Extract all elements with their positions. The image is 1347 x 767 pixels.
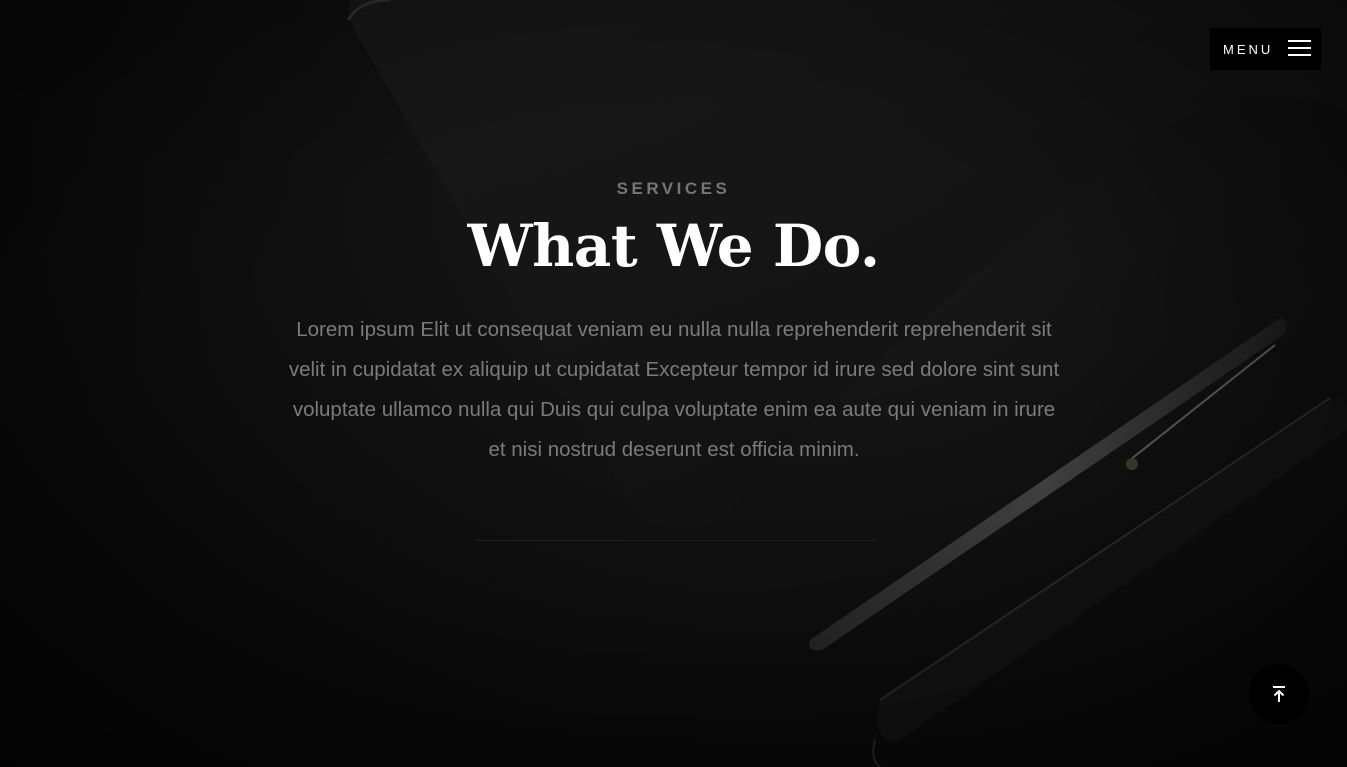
arrow-up-to-line-icon: [1273, 686, 1285, 702]
menu-button[interactable]: MENU: [1210, 28, 1321, 70]
menu-label: MENU: [1223, 41, 1274, 57]
section-description: Lorem ipsum Elit ut consequat veniam eu …: [288, 318, 1060, 461]
hamburger-icon: [1288, 40, 1311, 58]
section-title: What We Do.: [467, 212, 880, 280]
back-to-top-button[interactable]: [1249, 664, 1309, 724]
services-section: MENU SERVICES What We Do. Lorem ipsum El…: [0, 0, 1347, 767]
section-divider: [475, 540, 877, 541]
section-eyebrow: SERVICES: [616, 179, 731, 198]
